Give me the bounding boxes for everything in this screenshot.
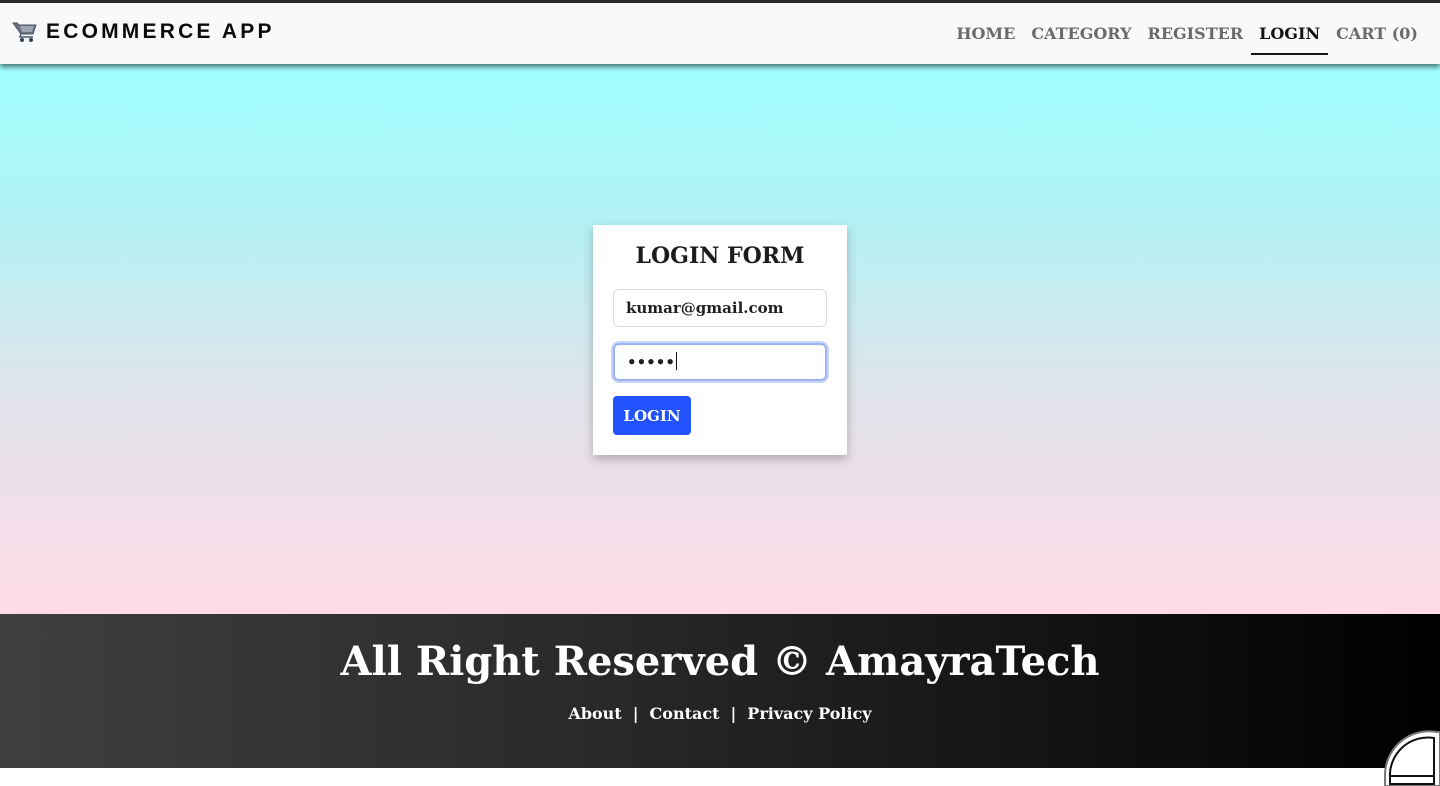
footer-link-contact[interactable]: Contact [650, 704, 720, 723]
nav-link-home[interactable]: HOME [948, 3, 1023, 64]
footer: All Right Reserved © AmayraTech About | … [0, 614, 1440, 768]
footer-link-about[interactable]: About [568, 704, 621, 723]
main-content: LOGIN FORM kumar@gmail.com ••••• LOGIN [0, 64, 1440, 614]
nav-link-register[interactable]: REGISTER [1140, 3, 1252, 64]
password-field[interactable]: ••••• [613, 343, 827, 381]
shopping-cart-icon [12, 22, 37, 42]
text-cursor [675, 352, 677, 370]
navbar: ECOMMERCE APP HOME CATEGORY REGISTER LOG… [0, 3, 1440, 64]
nav-link-category[interactable]: CATEGORY [1023, 3, 1139, 64]
password-mask: ••••• [627, 353, 675, 371]
nav-link-cart[interactable]: CART (0) [1328, 3, 1426, 64]
nav-links: HOME CATEGORY REGISTER LOGIN CART (0) [948, 3, 1426, 64]
nav-link-login[interactable]: LOGIN [1251, 3, 1329, 64]
brand-logo[interactable]: ECOMMERCE APP [12, 19, 275, 45]
login-button[interactable]: LOGIN [613, 396, 691, 435]
brand-name: ECOMMERCE APP [46, 20, 275, 43]
footer-link-privacy-policy[interactable]: Privacy Policy [747, 704, 871, 723]
footer-copyright: All Right Reserved © AmayraTech [340, 638, 1100, 685]
footer-separator: | [632, 704, 639, 723]
footer-links: About | Contact | Privacy Policy [0, 704, 1440, 723]
corner-quarter-circle-icon[interactable] [1382, 728, 1440, 786]
footer-separator: | [730, 704, 737, 723]
login-form-title: LOGIN FORM [635, 243, 805, 269]
login-form: LOGIN FORM kumar@gmail.com ••••• LOGIN [593, 225, 847, 455]
email-field[interactable]: kumar@gmail.com [613, 289, 827, 327]
page-bottom [0, 768, 1440, 786]
